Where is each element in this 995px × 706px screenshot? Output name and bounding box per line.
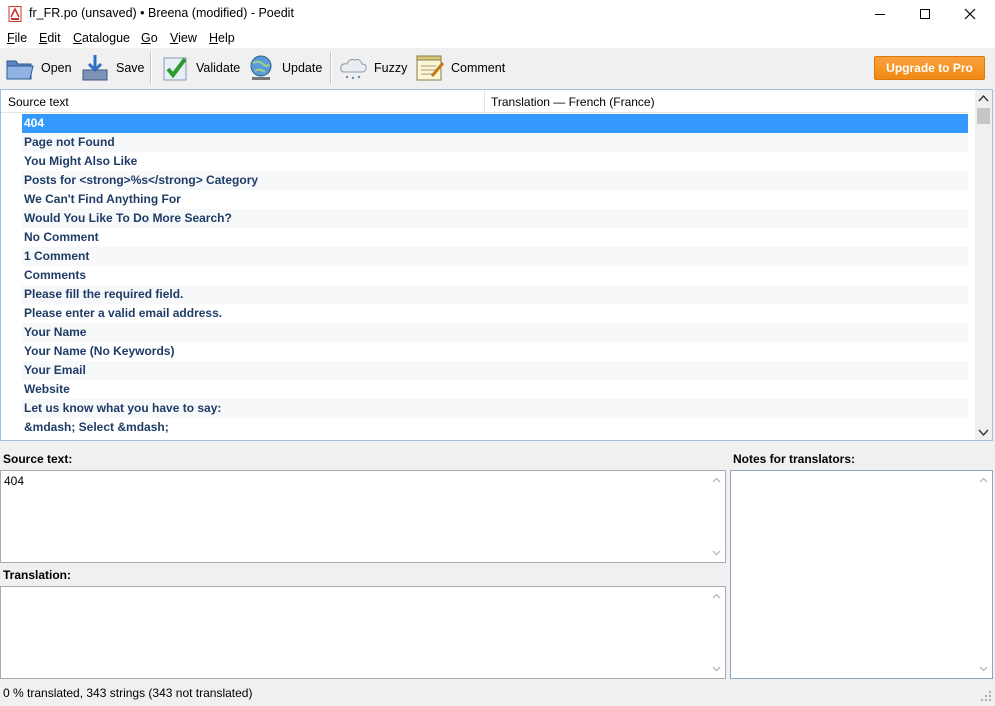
menu-go[interactable]: Go: [141, 31, 158, 45]
scroll-down-icon[interactable]: [979, 666, 988, 672]
menu-view[interactable]: View: [170, 31, 197, 45]
list-item[interactable]: Website: [22, 380, 968, 399]
menu-edit[interactable]: Edit: [39, 31, 61, 45]
list-item[interactable]: You Might Also Like: [22, 152, 968, 171]
open-folder-icon: [6, 60, 34, 80]
scroll-up-icon[interactable]: [978, 94, 989, 102]
source-pane-scrollbar[interactable]: [708, 471, 725, 562]
source-text-value: 404: [4, 474, 25, 488]
scroll-down-icon[interactable]: [712, 550, 721, 556]
maximize-icon: [920, 9, 930, 19]
list-item[interactable]: &mdash; Select &mdash;: [22, 418, 968, 437]
list-item[interactable]: Comments: [22, 266, 968, 285]
notes-for-translators-pane[interactable]: [730, 470, 993, 679]
source-text-label: Source text:: [3, 452, 73, 466]
minimize-icon: [875, 14, 885, 15]
update-button[interactable]: Update: [245, 50, 322, 86]
menu-help[interactable]: Help: [209, 31, 235, 45]
scroll-up-icon[interactable]: [712, 477, 721, 483]
menu-catalogue[interactable]: Catalogue: [73, 31, 130, 45]
maximize-button[interactable]: [902, 0, 948, 28]
fuzzy-button[interactable]: Fuzzy: [337, 50, 407, 86]
close-icon: [964, 8, 976, 20]
list-item[interactable]: No Comment: [22, 228, 968, 247]
open-button[interactable]: Open: [4, 50, 72, 86]
list-item[interactable]: 1 Comment: [22, 247, 968, 266]
update-globe-icon: [250, 55, 272, 80]
validate-button[interactable]: Validate: [159, 50, 240, 86]
notes-pane-scrollbar[interactable]: [975, 471, 992, 678]
list-item[interactable]: Please fill the required field.: [22, 285, 968, 304]
close-button[interactable]: [947, 0, 993, 28]
comment-button[interactable]: Comment: [414, 50, 505, 86]
comment-notepad-icon: [416, 55, 445, 81]
list-scrollbar[interactable]: [975, 90, 992, 440]
source-text-pane[interactable]: 404: [0, 470, 726, 563]
window-title: fr_FR.po (unsaved) • Breena (modified) -…: [29, 6, 294, 20]
list-item[interactable]: Your Email: [22, 361, 968, 380]
list-item[interactable]: Please enter a valid email address.: [22, 304, 968, 323]
column-header-source[interactable]: Source text: [8, 95, 69, 109]
column-header-translation[interactable]: Translation — French (France): [491, 95, 655, 109]
resize-grip-icon[interactable]: [980, 690, 992, 702]
list-item[interactable]: 404: [22, 114, 968, 133]
scrollbar-thumb[interactable]: [977, 108, 990, 124]
list-item[interactable]: Page not Found: [22, 133, 968, 152]
column-separator[interactable]: [484, 90, 485, 112]
save-icon: [82, 55, 108, 81]
notes-for-translators-label: Notes for translators:: [733, 452, 856, 466]
scroll-down-icon[interactable]: [712, 666, 721, 672]
list-item[interactable]: Your Name: [22, 323, 968, 342]
scroll-down-icon[interactable]: [978, 429, 989, 437]
translation-label: Translation:: [3, 568, 72, 582]
toolbar-separator: [330, 52, 332, 84]
translation-input[interactable]: [0, 586, 726, 679]
fuzzy-cloud-icon: [340, 59, 367, 80]
list-item[interactable]: Would You Like To Do More Search?: [22, 209, 968, 228]
validate-checkmark-icon: [163, 57, 187, 81]
list-item[interactable]: We Can't Find Anything For: [22, 190, 968, 209]
list-item[interactable]: Let us know what you have to say:: [22, 399, 968, 418]
translation-pane-scrollbar[interactable]: [708, 587, 725, 678]
list-item[interactable]: Posts for <strong>%s</strong> Category: [22, 171, 968, 190]
upgrade-to-pro-button[interactable]: Upgrade to Pro: [874, 56, 985, 80]
poedit-app-icon: [8, 6, 22, 22]
list-item[interactable]: Your Name (No Keywords): [22, 342, 968, 361]
status-bar-text: 0 % translated, 343 strings (343 not tra…: [3, 686, 253, 700]
scroll-up-icon[interactable]: [979, 477, 988, 483]
minimize-button[interactable]: [857, 0, 903, 28]
scroll-up-icon[interactable]: [712, 593, 721, 599]
toolbar: Open Save Validate Update Fuzzy Comment: [0, 48, 995, 88]
toolbar-separator: [150, 52, 152, 84]
save-button[interactable]: Save: [79, 50, 145, 86]
menu-file[interactable]: File: [7, 31, 27, 45]
menu-bar: File Edit Catalogue Go View Help: [0, 28, 995, 48]
